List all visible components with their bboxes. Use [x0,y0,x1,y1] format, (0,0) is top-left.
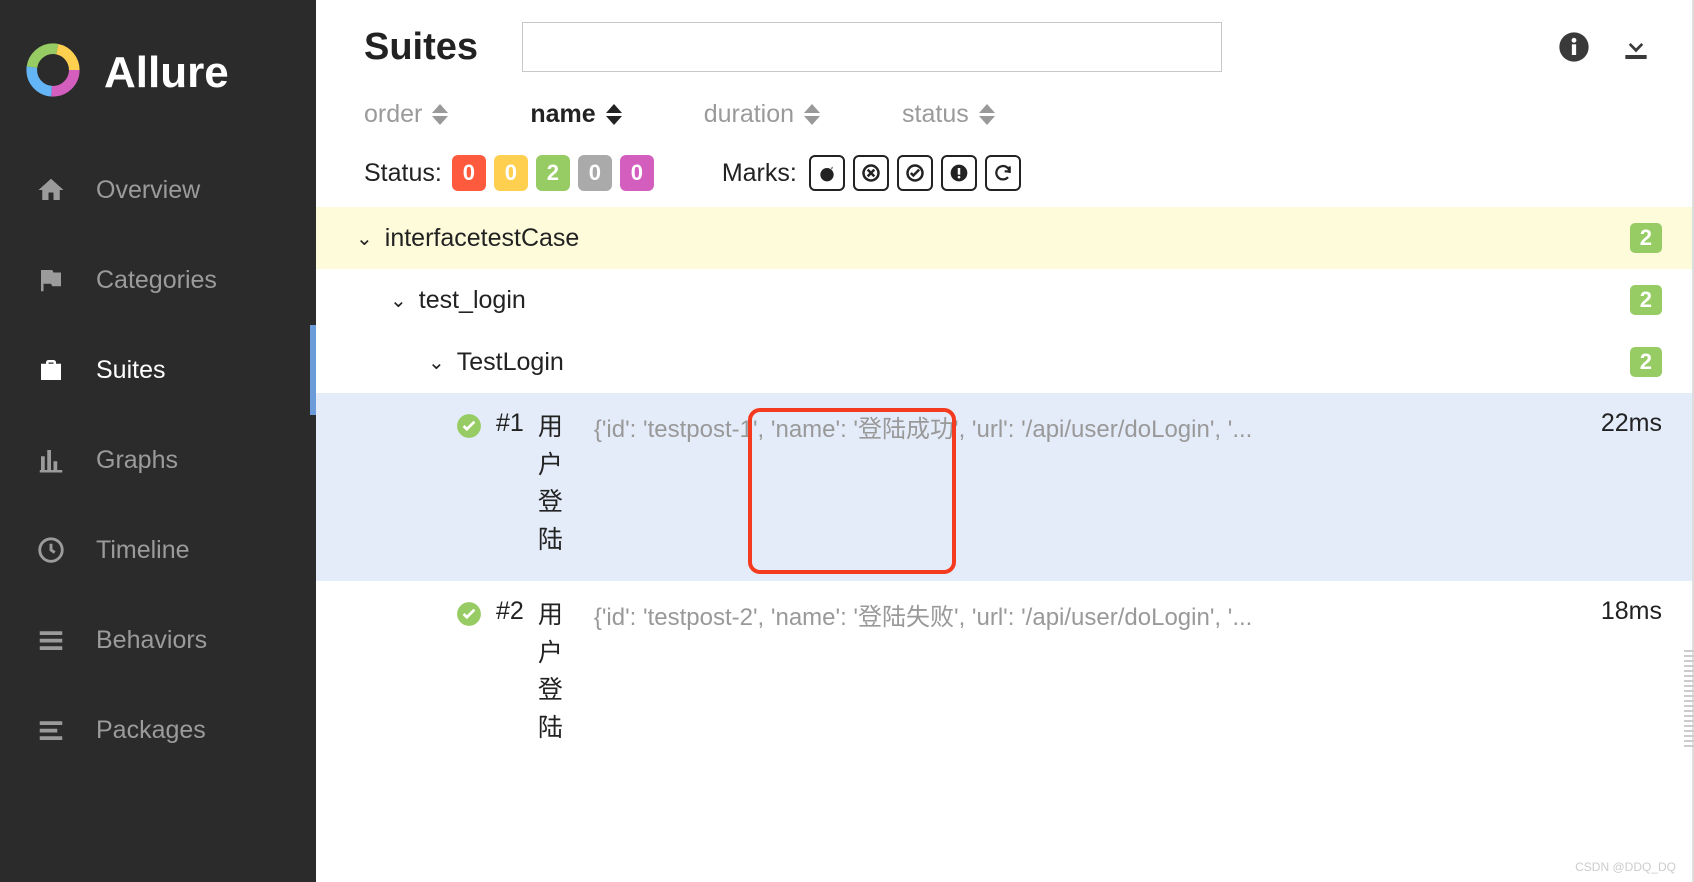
download-icon[interactable] [1620,31,1652,63]
tree-label: interfacetestCase [385,224,580,253]
sidebar-item-label: Overview [96,176,200,205]
sidebar-item-label: Behaviors [96,626,207,655]
brand-name: Allure [104,48,229,98]
watermark: CSDN @DDQ_DQ [1575,860,1676,874]
briefcase-icon [34,353,68,387]
marks-label: Marks: [722,159,797,188]
sidebar-items: Overview Categories Suites Graphs Timeli… [0,145,316,775]
count-badge: 2 [1630,347,1662,377]
sort-order[interactable]: order [364,100,448,129]
sidebar-item-suites[interactable]: Suites [0,325,316,415]
chevron-down-icon: ⌄ [356,226,373,251]
sidebar-item-timeline[interactable]: Timeline [0,505,316,595]
header-actions [1558,31,1652,63]
test-name: 用户登陆 [538,597,562,747]
test-duration: 18ms [1601,597,1662,626]
sort-label: duration [704,100,794,129]
sort-caret-icon [606,104,622,125]
status-passed-icon [456,597,482,634]
info-icon[interactable] [1558,31,1590,63]
test-name: 用户登陆 [538,409,562,559]
sort-status[interactable]: status [902,100,995,129]
tree-file-row[interactable]: ⌄ test_login 2 [316,269,1692,331]
chevron-down-icon: ⌄ [390,288,407,313]
allure-logo-icon [24,41,82,104]
tree-class-row[interactable]: ⌄ TestLogin 2 [316,331,1692,393]
flag-icon [34,263,68,297]
list-icon [34,623,68,657]
test-number: #1 [496,409,524,438]
scroll-indicator [1684,650,1694,750]
status-badge-failed[interactable]: 0 [452,155,486,191]
test-row[interactable]: #1 用户登陆 {'id': 'testpost-1', 'name': '登陆… [316,393,1692,581]
count-badge: 2 [1630,223,1662,253]
layers-icon [34,713,68,747]
sidebar-item-graphs[interactable]: Graphs [0,415,316,505]
bar-chart-icon [34,443,68,477]
search-input[interactable] [522,22,1222,72]
status-badge-unknown[interactable]: 0 [620,155,654,191]
sidebar-item-overview[interactable]: Overview [0,145,316,235]
chevron-down-icon: ⌄ [428,350,445,375]
tree-label: TestLogin [457,348,564,377]
home-icon [34,173,68,207]
sort-caret-icon [804,104,820,125]
mark-alert-icon[interactable] [941,155,977,191]
sidebar-header: Allure [0,0,316,145]
sort-name[interactable]: name [530,100,621,129]
sidebar: Allure Overview Categories Suites Graphs… [0,0,316,882]
sort-caret-icon [979,104,995,125]
sort-label: order [364,100,422,129]
tree-label: test_login [419,286,526,315]
count-badge: 2 [1630,285,1662,315]
sidebar-item-label: Suites [96,356,165,385]
test-row[interactable]: #2 用户登陆 {'id': 'testpost-2', 'name': '登陆… [316,581,1692,769]
test-duration: 22ms [1601,409,1662,438]
test-params: {'id': 'testpost-1', 'name': '登陆成功', 'ur… [594,409,1573,444]
sort-bar: order name duration status [316,86,1692,143]
mark-close-icon[interactable] [853,155,889,191]
sort-label: status [902,100,969,129]
status-badge-passed[interactable]: 2 [536,155,570,191]
sidebar-item-label: Graphs [96,446,178,475]
main-content: Suites order name duration status Status… [316,0,1694,882]
clock-icon [34,533,68,567]
header: Suites [316,0,1692,86]
status-label: Status: [364,159,442,188]
status-badge-broken[interactable]: 0 [494,155,528,191]
test-tree: ⌄ interfacetestCase 2 ⌄ test_login 2 ⌄ T… [316,207,1692,769]
status-badge-skipped[interactable]: 0 [578,155,612,191]
test-params: {'id': 'testpost-2', 'name': '登陆失败', 'ur… [594,597,1573,632]
status-passed-icon [456,409,482,446]
sort-label: name [530,100,595,129]
status-filter-row: Status: 0 0 2 0 0 Marks: [316,143,1692,207]
mark-check-icon[interactable] [897,155,933,191]
sort-duration[interactable]: duration [704,100,820,129]
sidebar-item-label: Packages [96,716,206,745]
sort-caret-icon [432,104,448,125]
sidebar-item-behaviors[interactable]: Behaviors [0,595,316,685]
mark-refresh-icon[interactable] [985,155,1021,191]
sidebar-item-packages[interactable]: Packages [0,685,316,775]
mark-flaky-icon[interactable] [809,155,845,191]
sidebar-item-label: Categories [96,266,217,295]
tree-suite-row[interactable]: ⌄ interfacetestCase 2 [316,207,1692,269]
test-number: #2 [496,597,524,626]
sidebar-item-categories[interactable]: Categories [0,235,316,325]
sidebar-item-label: Timeline [96,536,190,565]
page-title: Suites [364,26,478,69]
